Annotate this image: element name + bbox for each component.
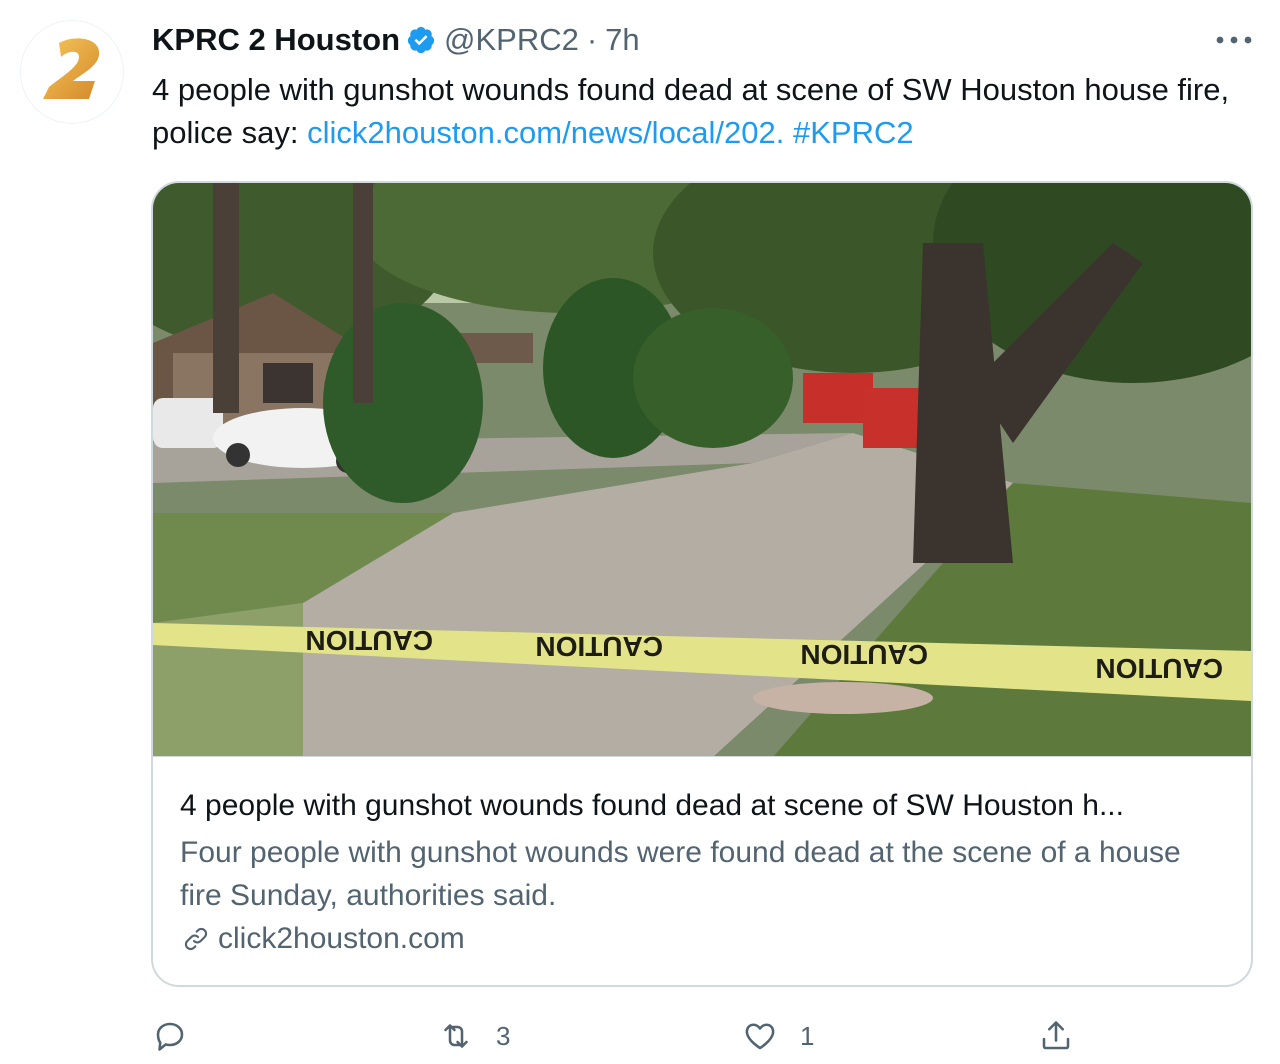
share-icon	[1042, 1021, 1070, 1050]
verified-badge-icon	[406, 25, 436, 55]
news-photo: CAUTION CAUTION CAUTION CAUTION	[153, 183, 1251, 756]
kprc2-logo-icon	[33, 38, 100, 99]
card-title: 4 people with gunshot wounds found dead …	[180, 789, 1124, 822]
hashtag-link[interactable]: #KPRC2	[793, 115, 914, 150]
author-handle[interactable]: @KPRC2	[444, 20, 579, 60]
tweet-text: 4 people with gunshot wounds found dead …	[152, 68, 1252, 154]
card-description: Four people with gunshot wounds were fou…	[180, 836, 1181, 912]
separator-dot: ·	[586, 22, 598, 57]
retweet-button[interactable]: 3	[438, 1012, 510, 1060]
share-button[interactable]	[1038, 1012, 1096, 1060]
card-image[interactable]: CAUTION CAUTION CAUTION CAUTION	[153, 183, 1251, 757]
avatar[interactable]	[20, 20, 124, 124]
caution-label: CAUTION	[535, 631, 663, 662]
tweet-header: KPRC 2 Houston @KPRC2 · 7h	[152, 20, 640, 60]
more-icon	[1216, 36, 1252, 44]
tweet-actions: 3 1	[150, 1012, 1250, 1060]
display-name[interactable]: KPRC 2 Houston	[152, 20, 400, 60]
timestamp[interactable]: 7h	[605, 20, 639, 60]
link-icon	[184, 927, 208, 951]
like-count: 1	[800, 1020, 815, 1051]
more-options-button[interactable]	[1212, 22, 1256, 58]
retweet-icon	[444, 1024, 468, 1048]
like-button[interactable]: 1	[742, 1012, 814, 1060]
reply-icon	[156, 1022, 184, 1051]
retweet-count: 3	[496, 1020, 511, 1051]
caution-label: CAUTION	[1095, 653, 1223, 684]
link-card[interactable]: CAUTION CAUTION CAUTION CAUTION 4 people…	[151, 181, 1253, 987]
caution-label: CAUTION	[305, 625, 433, 656]
heart-icon	[745, 1023, 775, 1050]
card-domain: click2houston.com	[180, 919, 465, 959]
reply-button[interactable]	[152, 1012, 210, 1060]
card-domain-text: click2houston.com	[218, 922, 465, 955]
tweet-link[interactable]: click2houston.com/news/local/202.	[307, 115, 784, 150]
caution-label: CAUTION	[800, 639, 928, 670]
